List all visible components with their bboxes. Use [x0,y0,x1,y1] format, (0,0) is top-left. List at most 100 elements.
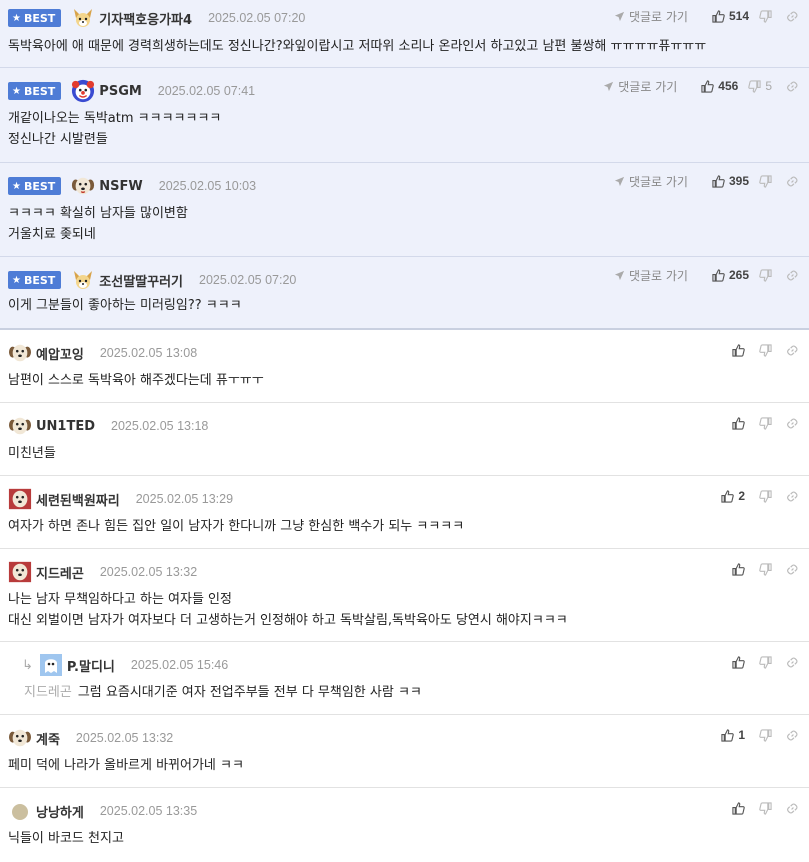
like-button[interactable]: 2 [721,489,745,503]
like-button[interactable] [732,343,745,357]
comment-date: 2025.02.05 15:46 [130,658,229,672]
comment-header: 세련된백원짜리 2025.02.05 13:29 [8,487,234,511]
share-link-button[interactable] [786,802,799,815]
author-nickname[interactable]: PSGM [99,84,142,99]
like-button[interactable] [732,801,745,815]
send-arrow-icon [604,81,614,91]
goto-comment-link[interactable]: 댓글로 가기 [614,8,688,25]
best-comment: ★ BEST PSGM 2025.02.05 07:41 댓글로 가기 456 5 [0,68,809,163]
goto-comment-link[interactable]: 댓글로 가기 [614,173,688,190]
author-nickname[interactable]: 예압꼬잉 [36,344,84,363]
comment-text-line: 닉들이 바코드 천지고 [8,831,124,846]
comment-date: 2025.02.05 13:32 [75,731,174,745]
dislike-button[interactable] [759,416,772,430]
dislike-button[interactable] [759,343,772,357]
puppy-icon[interactable] [71,174,95,198]
goto-comment-label: 댓글로 가기 [618,79,678,94]
like-button[interactable]: 456 [701,79,738,93]
comment-text-line: 나는 남자 무책임하다고 하는 여자들 인정 [8,592,232,607]
share-link-button[interactable] [786,563,799,576]
share-link-button[interactable] [786,490,799,503]
comment-body: 나는 남자 무책임하다고 하는 여자들 인정 대신 외벌이면 남자가 여자보다 … [8,589,568,631]
comment-actions: 댓글로 가기 456 5 [603,76,799,96]
thumbs-down-icon [759,9,772,23]
like-button[interactable] [732,655,745,669]
dislike-button[interactable] [759,728,772,742]
best-comment: ★ BEST 조선딸딸꾸러기 2025.02.05 07:20 댓글로 가기 26… [0,257,809,330]
dog-icon[interactable] [71,268,95,292]
comment-header: ↳ P.말디니 2025.02.05 15:46 [22,653,229,677]
goto-comment-link[interactable]: 댓글로 가기 [603,78,677,95]
author-nickname[interactable]: NSFW [99,179,142,194]
dog-icon[interactable] [71,6,95,30]
thumbs-up-icon [732,655,745,669]
best-badge-label: BEST [23,273,56,287]
comment-date: 2025.02.05 07:20 [199,273,297,287]
send-arrow-icon [614,176,625,186]
puppy-red-icon[interactable] [8,487,32,511]
share-link-button[interactable] [786,175,799,188]
dislike-button[interactable] [759,268,772,282]
link-icon [787,344,798,356]
like-button[interactable]: 514 [712,9,749,23]
author-nickname[interactable]: 조선딸딸꾸러기 [99,271,183,290]
comment-list: ★ BEST 기자팩호응가파4 2025.02.05 07:20 댓글로 가기 5… [0,0,809,862]
like-button[interactable]: 1 [721,728,745,742]
author-nickname[interactable]: 세련된백원짜리 [36,490,120,509]
best-badge: ★ BEST [8,9,62,27]
puppy-red-icon[interactable] [8,560,32,584]
clown-icon[interactable] [71,79,95,103]
comment-body: 미친년들 [8,443,56,464]
comment-header: 예압꼬잉 2025.02.05 13:08 [8,343,197,363]
share-link-button[interactable] [786,269,799,282]
comment-text-line: 여자가 하면 존나 힘든 집안 일이 남자가 한다니까 그냥 한심한 백수가 되… [8,519,465,534]
comment-actions: 댓글로 가기 265 [614,265,799,285]
link-icon [787,80,798,92]
like-button[interactable]: 395 [712,174,749,188]
ghost-icon[interactable] [39,653,63,677]
author-nickname[interactable]: 지드레곤 [36,563,84,582]
comment-text-line: 대신 외벌이면 남자가 여자보다 더 고생하는거 인정해야 하고 독박살림,독박… [8,613,568,628]
like-button[interactable]: 265 [712,268,749,282]
comment-header: UN1TED 2025.02.05 13:18 [8,416,208,436]
comment-body: 이게 그분들이 좋아하는 미러링임?? ㅋㅋㅋ [8,295,242,316]
circle-icon[interactable] [8,799,32,823]
comment-body: 지드레곤 그럼 요즘시대기준 여자 전업주부들 전부 다 무책임한 사람 ㅋㅋ [24,682,422,703]
comment-date: 2025.02.05 13:29 [135,492,234,506]
author-nickname[interactable]: 낭낭하게 [36,802,84,821]
like-button[interactable] [732,416,745,430]
author-nickname[interactable]: P.말디니 [67,656,115,675]
goto-comment-link[interactable]: 댓글로 가기 [614,267,688,284]
puppy-icon[interactable] [8,414,32,438]
share-link-button[interactable] [786,417,799,430]
dislike-button[interactable] [759,801,772,815]
puppy-icon[interactable] [8,341,32,365]
puppy-icon[interactable] [8,726,32,750]
share-link-button[interactable] [786,656,799,669]
author-nickname[interactable]: UN1TED [36,419,95,434]
share-link-button[interactable] [786,80,799,93]
share-link-button[interactable] [786,10,799,23]
like-button[interactable] [732,562,745,576]
dislike-button[interactable] [759,489,772,503]
comment-header: 지드레곤 2025.02.05 13:32 [8,560,197,584]
link-icon [787,10,798,22]
author-nickname[interactable]: 기자팩호응가파4 [99,9,192,28]
dislike-button[interactable] [759,9,772,23]
dislike-button[interactable] [759,655,772,669]
share-link-button[interactable] [786,344,799,357]
reply-mention[interactable]: 지드레곤 [24,685,72,700]
like-count: 395 [728,174,749,188]
star-icon: ★ [12,180,21,192]
like-count: 456 [718,79,739,93]
dislike-button[interactable] [759,174,772,188]
share-link-button[interactable] [786,729,799,742]
dislike-button[interactable] [759,562,772,576]
link-icon [787,563,798,575]
author-nickname[interactable]: 계죽 [36,729,60,748]
dislike-button[interactable]: 5 [748,79,772,93]
best-comment: ★BEST NSFW 2025.02.05 10:03 댓글로 가기 395 [0,163,809,257]
best-badge-label: BEST [23,84,56,98]
thumbs-down-icon [759,801,772,815]
thumbs-down-icon [759,268,772,282]
